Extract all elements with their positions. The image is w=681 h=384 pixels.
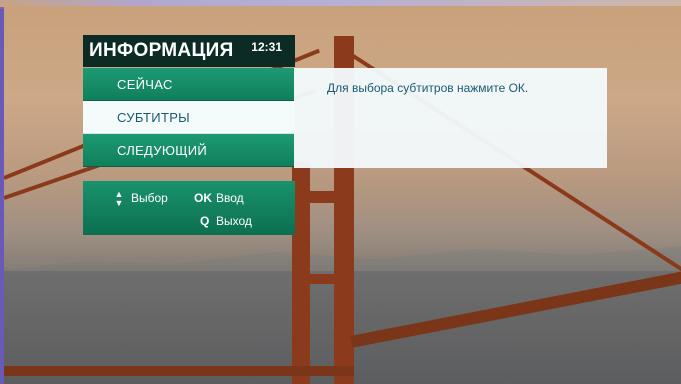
exit-key-icon: Q <box>200 214 210 228</box>
menu-item-now[interactable]: СЕЙЧАС <box>83 68 295 101</box>
bridge-tower-crossbar <box>292 191 354 203</box>
up-down-arrows-icon: ▲ ▼ <box>114 189 124 208</box>
ok-hint-label: Ввод <box>216 191 244 205</box>
key-help-panel: ▲ ▼ Выбор OK Ввод Q Выход <box>83 181 295 235</box>
bridge-tower-crossbar <box>292 274 354 284</box>
menu-item-label: СЛЕДУЮЩИЙ <box>117 142 208 158</box>
info-title: ИНФОРМАЦИЯ <box>89 40 234 61</box>
menu-item-label: СЕЙЧАС <box>117 76 173 92</box>
description-panel: Для выбора субтитров нажмите ОК. <box>294 68 607 168</box>
info-header: ИНФОРМАЦИЯ 12:31 <box>83 35 295 67</box>
bridge-deck <box>4 366 354 376</box>
menu-item-label: СУБТИТРЫ <box>117 109 190 125</box>
ok-key-icon: OK <box>194 191 212 205</box>
select-hint-label: Выбор <box>131 191 168 205</box>
description-text: Для выбора субтитров нажмите ОК. <box>327 81 529 95</box>
info-menu: СЕЙЧАС СУБТИТРЫ СЛЕДУЮЩИЙ <box>83 68 295 167</box>
menu-item-next[interactable]: СЛЕДУЮЩИЙ <box>83 134 295 167</box>
menu-item-subtitles[interactable]: СУБТИТРЫ <box>83 101 295 134</box>
exit-hint-label: Выход <box>216 214 252 228</box>
clock-time: 12:31 <box>251 40 282 54</box>
